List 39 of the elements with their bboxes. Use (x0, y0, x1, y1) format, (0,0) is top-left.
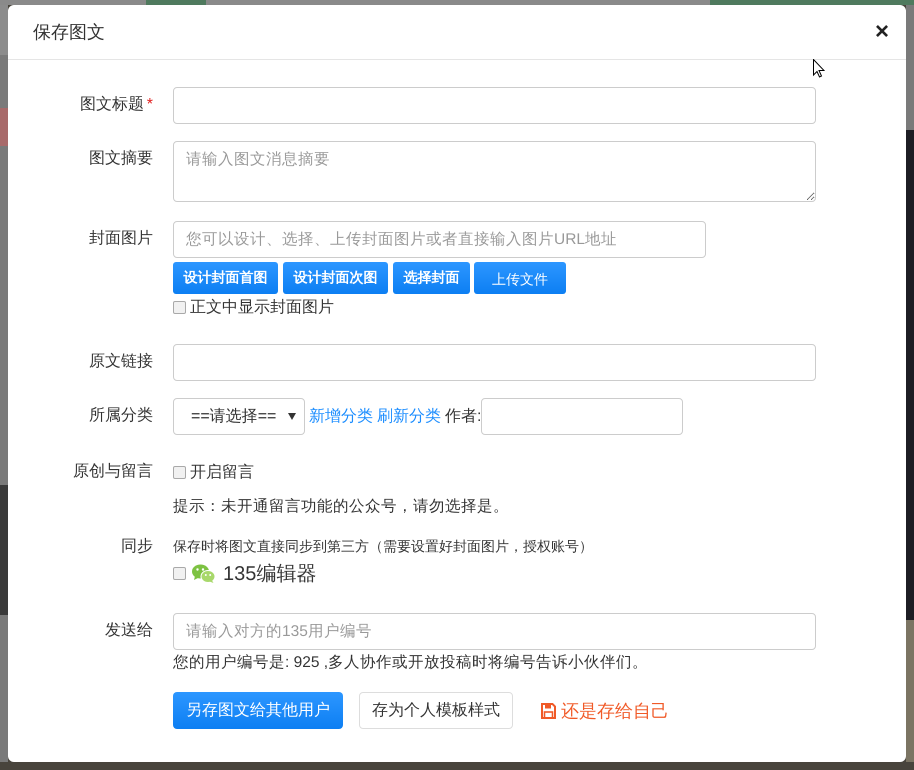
checkbox[interactable] (173, 466, 186, 478)
author-input[interactable] (481, 398, 684, 435)
summary-textarea[interactable]: 请输入图文消息摘要 (173, 141, 816, 202)
author-label: 作者: (445, 406, 482, 427)
field-label: 原文链接 (88, 352, 154, 372)
hint-text: 提示：未开通留言功能的公众号，请勿选择是。 (173, 497, 509, 517)
category-dropdown[interactable]: ==请选择== (173, 398, 305, 435)
checkbox[interactable] (173, 566, 186, 580)
field-label: 图文标题 * (78, 94, 154, 115)
close-button[interactable]: × (874, 20, 889, 44)
mouse-pointer-icon (813, 59, 825, 78)
sync-note: 保存时将图文直接同步到第三方（需要设置好封面图片，授权账号） (173, 538, 593, 556)
upload-button[interactable]: 上传文件 (474, 262, 566, 294)
caret-icon (288, 413, 296, 420)
category-link[interactable]: 新增分类 (309, 406, 373, 427)
save-for-user-button[interactable]: 另存图文给其他用户 (173, 692, 343, 729)
cover-url-input[interactable]: 您可以设计、选择、上传封面图片或者直接输入图片URL地址 (173, 221, 706, 258)
cover-button[interactable]: 设计封面首图 (173, 262, 278, 294)
checkbox[interactable] (173, 300, 186, 314)
field-label: 原创与留言 (72, 462, 154, 482)
field-label: 同步 (120, 536, 154, 557)
cover-button[interactable]: 设计封面次图 (283, 262, 388, 294)
field-label: 图文摘要 (88, 148, 154, 169)
field-label: 发送给 (104, 621, 154, 641)
field-label: 所属分类 (88, 406, 154, 426)
chat-bubbles-icon (192, 564, 215, 582)
help-text: 您的用户编号是: 925 ,多人协作或开放投稿时将编号告诉小伙伴们。 (173, 653, 648, 673)
recipient-input[interactable]: 请输入对方的135用户编号 (173, 613, 816, 650)
save-template-button[interactable]: 存为个人模板样式 (359, 692, 513, 729)
cover-button[interactable]: 选择封面 (393, 262, 470, 294)
save-self-link[interactable]: 还是存给自己 (541, 698, 669, 722)
checkbox-label: 开启留言 (190, 462, 254, 482)
checkbox-label: 135编辑器 (223, 562, 316, 586)
text-input[interactable] (173, 344, 816, 381)
text-input[interactable] (173, 87, 816, 124)
category-link[interactable]: 刷新分类 (377, 406, 441, 427)
dialog-title: 保存图文 (33, 21, 105, 44)
field-label: 封面图片 (88, 228, 154, 249)
checkbox-label: 正文中显示封面图片 (190, 298, 334, 318)
